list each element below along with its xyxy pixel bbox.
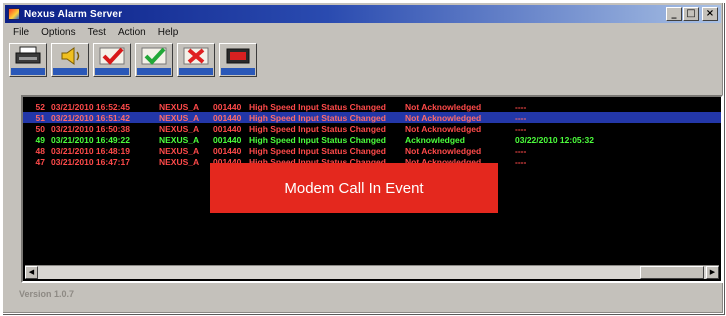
scroll-thumb[interactable] [640,266,704,279]
app-icon [8,8,20,20]
toolbar [9,43,257,79]
red-check-icon [99,47,125,65]
exit-button[interactable] [219,43,257,77]
log-ack-status: Not Acknowledged [405,145,482,156]
log-index: 50 [35,123,45,134]
log-date: 03/21/2010 16:48:19 [51,145,130,156]
log-row[interactable]: 51 03/21/2010 16:51:42 NEXUS_A 001440 High S… [23,112,721,123]
app-window: Nexus Alarm Server _ □ × File Options Te… [2,2,724,314]
log-node: NEXUS_A [159,145,200,156]
red-x-icon [183,47,209,65]
log-message: High Speed Input Status Changed [249,134,386,145]
log-node: NEXUS_A [159,112,200,123]
log-row[interactable]: 52 03/21/2010 16:52:45 NEXUS_A 001440 High S… [23,101,721,112]
log-row[interactable]: 49 03/21/2010 16:49:22 NEXUS_A 001440 High S… [23,134,721,145]
delete-button[interactable] [177,43,215,77]
log-date: 03/21/2010 16:52:45 [51,101,130,112]
log-index: 51 [35,112,45,123]
speaker-icon [61,47,80,65]
log-ack-time: ---- [515,156,527,167]
log-node: NEXUS_A [159,101,200,112]
menu-file[interactable]: File [5,27,35,38]
log-ack-time: ---- [515,123,527,134]
log-date: 03/21/2010 16:49:22 [51,134,130,145]
close-button[interactable]: × [702,7,718,21]
log-date: 03/21/2010 16:51:42 [51,112,130,123]
log-row[interactable]: 50 03/21/2010 16:50:38 NEXUS_A 001440 High S… [23,123,721,134]
log-ack-time: ---- [515,145,527,156]
title-bar[interactable]: Nexus Alarm Server _ □ × [5,5,721,23]
menu-action[interactable]: Action [112,27,152,38]
silence-button[interactable] [51,43,89,77]
log-ack-status: Not Acknowledged [405,123,482,134]
log-ack-status: Not Acknowledged [405,101,482,112]
log-code: 001440 [213,112,242,123]
log-index: 47 [35,156,45,167]
exit-icon [226,48,250,64]
horizontal-scrollbar[interactable]: ◀ ▶ [25,265,719,279]
menu-options[interactable]: Options [35,27,81,38]
log-ack-time: 03/22/2010 12:05:32 [515,134,594,145]
acknowledge-button[interactable] [93,43,131,77]
log-date: 03/21/2010 16:47:17 [51,156,130,167]
menu-test[interactable]: Test [82,27,112,38]
log-ack-status: Acknowledged [405,134,465,145]
green-check-icon [141,47,167,65]
window-title: Nexus Alarm Server [24,8,123,20]
log-node: NEXUS_A [159,123,200,134]
version-label: Version 1.0.7 [19,289,75,299]
scroll-right-button[interactable]: ▶ [706,266,719,279]
print-button[interactable] [9,43,47,77]
maximize-button[interactable]: □ [683,7,699,21]
log-code: 001440 [213,101,242,112]
log-rows: 52 03/21/2010 16:52:45 NEXUS_A 001440 High S… [23,101,721,167]
log-row[interactable]: 48 03/21/2010 16:48:19 NEXUS_A 001440 High S… [23,145,721,156]
window-controls: _ □ × [666,7,718,21]
menu-help[interactable]: Help [152,27,185,38]
log-ack-time: ---- [515,112,527,123]
printer-icon [15,46,41,64]
log-message: High Speed Input Status Changed [249,123,386,134]
log-message: High Speed Input Status Changed [249,145,386,156]
log-ack-time: ---- [515,101,527,112]
log-index: 52 [35,101,45,112]
log-node: NEXUS_A [159,134,200,145]
log-index: 49 [35,134,45,145]
log-index: 48 [35,145,45,156]
scroll-left-button[interactable]: ◀ [25,266,38,279]
log-message: High Speed Input Status Changed [249,112,386,123]
acknowledge-all-button[interactable] [135,43,173,77]
log-node: NEXUS_A [159,156,200,167]
modem-call-banner: Modem Call In Event [210,163,498,213]
log-message: High Speed Input Status Changed [249,101,386,112]
log-date: 03/21/2010 16:50:38 [51,123,130,134]
minimize-button[interactable]: _ [666,7,682,21]
log-ack-status: Not Acknowledged [405,112,482,123]
log-code: 001440 [213,145,242,156]
log-code: 001440 [213,134,242,145]
log-code: 001440 [213,123,242,134]
menu-bar: File Options Test Action Help [5,24,184,40]
